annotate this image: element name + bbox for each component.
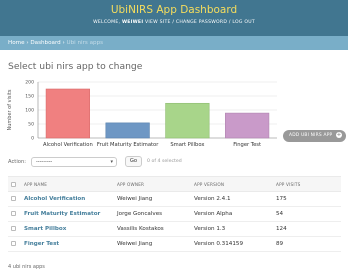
username: WEIWEI (121, 20, 144, 25)
add-ubi-nirs-app-button[interactable]: ADD UBI NIRS APP + (283, 130, 346, 142)
plus-icon: + (336, 132, 342, 138)
breadcrumb-separator: › (62, 40, 65, 46)
app-name-link[interactable]: Smart Pillbox (22, 221, 115, 237)
table-row: Alcohol Verification Weiwei Jiang Versio… (8, 191, 341, 207)
column-header-app-owner[interactable]: APP OWNER (115, 176, 192, 192)
y-tick-label: 0 (31, 136, 34, 142)
app-version: Version 0.314159 (192, 236, 274, 252)
app-version: Version 1.3 (192, 221, 274, 237)
x-tick-label: Fruit Maturity Estimator (97, 142, 159, 148)
y-axis-label: Number of visits (7, 89, 13, 130)
welcome-text: WELCOME, (93, 20, 121, 25)
column-header-app-visits[interactable]: APP VISITS (274, 176, 341, 192)
x-tick-label: Finger Test (233, 142, 261, 148)
row-checkbox-cell (8, 191, 22, 207)
breadcrumb-home[interactable]: Home (8, 40, 25, 46)
app-visits: 89 (274, 236, 341, 252)
action-select-value: --------- (36, 158, 53, 165)
x-tick-label: Smart Pillbox (170, 142, 204, 148)
row-checkbox[interactable] (11, 241, 16, 246)
select-all-checkbox-cell (8, 176, 22, 192)
action-bar: Action: --------- ▾ Go 0 of 4 selected (8, 156, 182, 167)
breadcrumb-separator: › (26, 40, 29, 46)
bar-alcohol-verification (45, 88, 90, 139)
bar-smart-pillbox (165, 102, 210, 139)
site-title[interactable]: UbiNIRS App Dashboard (0, 3, 348, 18)
row-checkbox[interactable] (11, 226, 16, 231)
y-tick-label: 50 (28, 122, 34, 128)
column-header-app-version[interactable]: APP VERSION (192, 176, 274, 192)
y-tick-label: 150 (25, 94, 34, 100)
app-visits: 175 (274, 191, 341, 207)
table-row: Fruit Maturity Estimator Jorge Goncalves… (8, 206, 341, 222)
y-tick-label: 100 (25, 108, 34, 114)
add-button-label: ADD UBI NIRS APP (289, 133, 333, 138)
selected-count: 0 of 4 selected (147, 159, 182, 164)
site-header: UbiNIRS App Dashboard WELCOME, WEIWEI VI… (0, 0, 348, 36)
row-checkbox-cell (8, 206, 22, 222)
breadcrumb-current: Ubi nirs apps (66, 40, 104, 46)
app-version: Version 2.4.1 (192, 191, 274, 207)
app-visits: 124 (274, 221, 341, 237)
page-title: Select ubi nirs app to change (8, 61, 143, 72)
table-header-row: APP NAME APP OWNER APP VERSION APP VISIT… (8, 176, 341, 192)
breadcrumb: Home › Dashboard › Ubi nirs apps (0, 36, 348, 50)
visits-bar-chart: 0 50 100 150 200 Number of visits Alcohol Veri… (7, 80, 277, 148)
app-name-link[interactable]: Fruit Maturity Estimator (22, 206, 115, 222)
bar-fruit-maturity-estimator (105, 122, 150, 139)
column-header-app-name[interactable]: APP NAME (22, 176, 115, 192)
app-visits: 54 (274, 206, 341, 222)
select-all-checkbox[interactable] (11, 181, 16, 187)
row-checkbox-cell (8, 221, 22, 237)
app-owner: Vassilis Kostakos (115, 221, 192, 237)
x-tick-label: Alcohol Verification (43, 142, 93, 148)
y-tick-label: 200 (25, 80, 34, 86)
app-name-link[interactable]: Finger Test (22, 236, 115, 252)
app-name-link[interactable]: Alcohol Verification (22, 191, 115, 207)
action-label: Action: (8, 158, 26, 165)
user-tools: WELCOME, WEIWEI VIEW SITE / CHANGE PASSW… (0, 18, 348, 28)
app-version: Version Alpha (192, 206, 274, 222)
user-links[interactable]: VIEW SITE / CHANGE PASSWORD / LOG OUT (145, 20, 255, 25)
table-row: Finger Test Weiwei Jiang Version 0.31415… (8, 236, 341, 252)
row-checkbox[interactable] (11, 196, 16, 201)
action-select[interactable]: --------- ▾ (31, 156, 117, 167)
chevron-down-icon: ▾ (110, 158, 113, 165)
bar-finger-test (225, 112, 270, 139)
breadcrumb-dashboard[interactable]: Dashboard (30, 40, 60, 46)
table-row: Smart Pillbox Vassilis Kostakos Version … (8, 221, 341, 237)
row-checkbox[interactable] (11, 211, 16, 216)
app-owner: Weiwei Jiang (115, 191, 192, 207)
result-count: 4 ubi nirs apps (8, 264, 45, 270)
apps-table: APP NAME APP OWNER APP VERSION APP VISIT… (8, 176, 341, 252)
go-button[interactable]: Go (125, 156, 142, 167)
app-owner: Jorge Goncalves (115, 206, 192, 222)
row-checkbox-cell (8, 236, 22, 252)
app-owner: Weiwei Jiang (115, 236, 192, 252)
